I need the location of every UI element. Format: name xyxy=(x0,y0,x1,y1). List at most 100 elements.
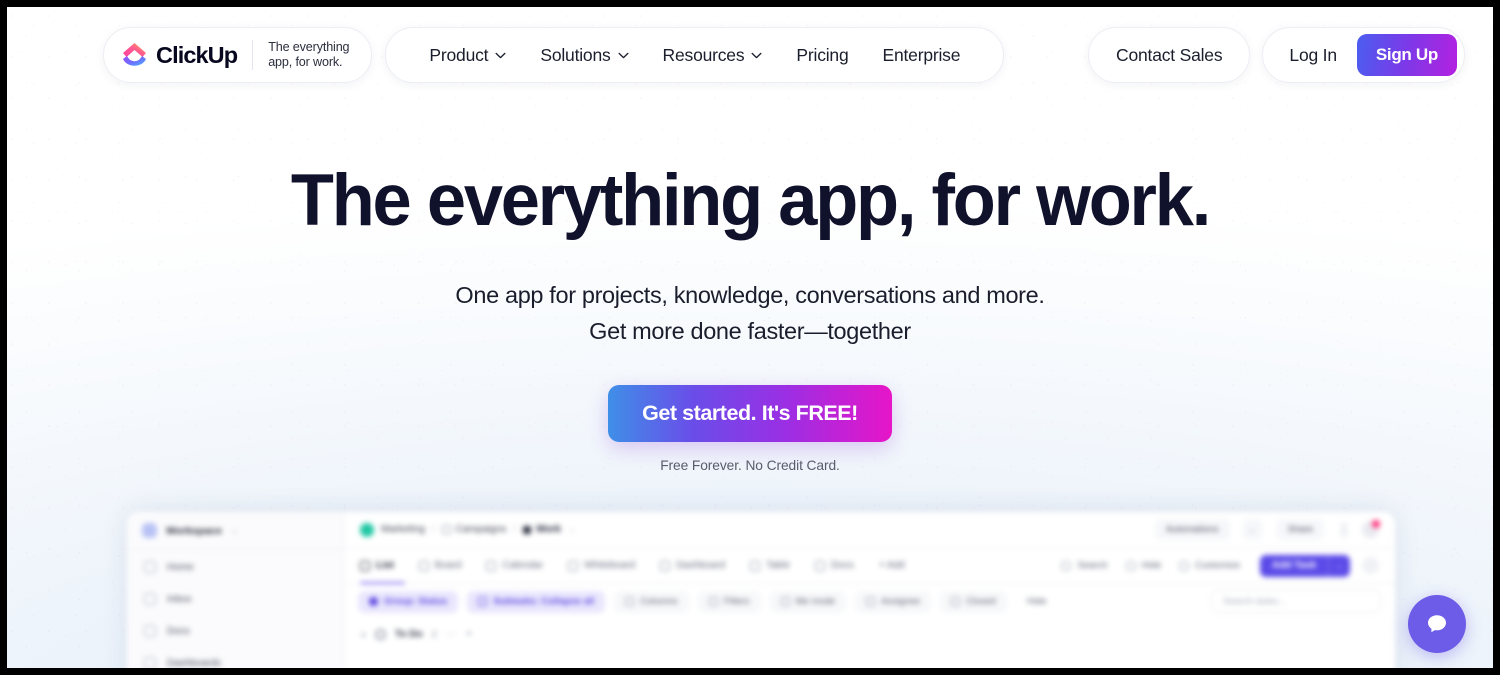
add-task-inline-icon[interactable]: + xyxy=(466,628,472,640)
filter-label-columns: Columns xyxy=(640,596,678,607)
nav-label-enterprise: Enterprise xyxy=(882,44,961,65)
filter-subtasks[interactable]: Subtasks: Collapse all xyxy=(467,590,606,613)
tab-calendar[interactable]: Calendar xyxy=(486,560,557,571)
nav-item-pricing[interactable]: Pricing xyxy=(779,45,865,66)
filter-icon xyxy=(708,597,718,606)
cta-wrapper: Get started. It's FREE! xyxy=(7,349,1493,443)
share-button[interactable]: Share xyxy=(1276,519,1324,540)
filter-me-mode[interactable]: Me mode xyxy=(769,590,847,613)
sidebar-label-inbox: Inbox xyxy=(167,593,192,605)
nav-item-solutions[interactable]: Solutions xyxy=(523,45,645,66)
filter-closed[interactable]: Closed xyxy=(940,590,1007,613)
hero-section: The everything app, for work. One app fo… xyxy=(7,103,1493,473)
filter-group-status[interactable]: Group: Status xyxy=(358,590,459,613)
get-started-button[interactable]: Get started. It's FREE! xyxy=(608,385,892,443)
dashboards-icon xyxy=(144,657,156,668)
main-navigation: Product Solutions Resources Pricing Ente… xyxy=(385,27,1005,83)
contact-sales-button[interactable]: Contact Sales xyxy=(1088,27,1251,83)
nav-label-solutions: Solutions xyxy=(540,44,611,65)
columns-icon xyxy=(625,597,635,606)
tab-label-dashboard: Dashboard xyxy=(676,560,726,571)
sidebar-label-docs: Docs xyxy=(167,625,190,637)
group-name: To Do xyxy=(395,628,423,640)
home-icon xyxy=(144,561,156,573)
search-label: Search xyxy=(1077,560,1108,571)
filter-hide[interactable]: Hide xyxy=(1016,591,1058,613)
hide-icon xyxy=(1125,560,1136,571)
tab-label-board: Board xyxy=(434,560,462,571)
filter-filters[interactable]: Filters xyxy=(697,590,761,613)
group-count: 2 xyxy=(431,628,437,640)
avatar[interactable] xyxy=(1362,520,1380,538)
breadcrumb-label-work: Work xyxy=(536,524,561,535)
space-avatar xyxy=(360,522,374,537)
app-preview-screenshot: Workspace ⌄ Home Inbox Docs Dashboards M… xyxy=(127,512,1395,668)
filter-label-filters: Filters xyxy=(723,596,750,607)
sign-up-button[interactable]: Sign Up xyxy=(1356,34,1457,76)
sidebar-item-docs[interactable]: Docs xyxy=(127,616,343,646)
tab-whiteboard[interactable]: Whiteboard xyxy=(568,560,649,571)
breadcrumb-item-marketing[interactable]: Marketing xyxy=(381,524,425,535)
folder-icon xyxy=(441,525,451,534)
search-button[interactable]: Search xyxy=(1061,560,1108,571)
tab-label-whiteboard: Whiteboard xyxy=(584,560,636,571)
tab-table[interactable]: Table xyxy=(750,560,804,571)
add-task-label: Add Task xyxy=(1272,560,1317,571)
breadcrumb-item-work[interactable]: Work xyxy=(523,524,561,535)
expand-collapse-icon[interactable]: ▸ xyxy=(362,630,366,639)
chat-widget-button[interactable] xyxy=(1408,595,1466,653)
nav-item-enterprise[interactable]: Enterprise xyxy=(866,45,978,66)
breadcrumb-more-icon[interactable]: ⌄ xyxy=(568,524,576,535)
tab-dashboard[interactable]: Dashboard xyxy=(660,560,739,571)
breadcrumb-separator: / xyxy=(431,524,435,535)
nav-item-resources[interactable]: Resources xyxy=(646,45,780,66)
customize-icon xyxy=(1179,560,1190,571)
filter-label-subtasks: Subtasks: Collapse all xyxy=(493,596,595,607)
sidebar-item-inbox[interactable]: Inbox xyxy=(127,584,343,614)
add-task-caret-icon[interactable]: ⌄ xyxy=(1328,554,1350,577)
clickup-logo[interactable]: ClickUp xyxy=(122,42,238,69)
automations-button[interactable]: Automations xyxy=(1154,519,1230,540)
tab-board[interactable]: Board xyxy=(418,560,476,571)
board-icon xyxy=(418,560,429,571)
hide-button[interactable]: Hide xyxy=(1125,560,1161,571)
filter-assignee[interactable]: Assignee xyxy=(855,590,932,613)
log-in-button[interactable]: Log In xyxy=(1263,45,1356,66)
grip-icon[interactable] xyxy=(1340,522,1348,537)
browser-viewport: ClickUp The everything app, for work. Pr… xyxy=(7,7,1493,668)
filter-label-me-mode: Me mode xyxy=(795,596,836,607)
docs-icon xyxy=(815,560,826,571)
group-icon xyxy=(369,597,378,606)
chevron-down-icon xyxy=(751,52,762,58)
breadcrumb-label-campaigns: Campaigns xyxy=(455,524,507,535)
tab-docs[interactable]: Docs xyxy=(815,560,868,571)
tab-label-table: Table xyxy=(766,560,791,571)
hero-subheading-line-1: One app for projects, knowledge, convers… xyxy=(455,282,1045,309)
workspace-switcher[interactable]: Workspace ⌄ xyxy=(127,512,343,550)
status-badge xyxy=(375,628,387,640)
nav-item-product[interactable]: Product xyxy=(412,45,523,66)
group-menu-icon[interactable]: ⋯ xyxy=(446,629,457,640)
dashboard-icon xyxy=(660,560,671,571)
logo-pill[interactable]: ClickUp The everything app, for work. xyxy=(103,27,373,83)
tab-list[interactable]: List xyxy=(360,560,408,571)
workspace-name: Workspace xyxy=(166,524,222,537)
list-icon xyxy=(360,560,370,571)
add-task-button[interactable]: Add Task ⌄ xyxy=(1260,554,1350,577)
app-main-panel: Marketing / Campaigns / Work ⌄ Automatio… xyxy=(344,512,1395,668)
cta-subtext: Free Forever. No Credit Card. xyxy=(660,458,840,474)
auth-pill: Log In Sign Up xyxy=(1262,27,1465,83)
sidebar-item-dashboards[interactable]: Dashboards xyxy=(127,648,343,668)
add-view-button[interactable]: + Add xyxy=(879,560,919,571)
automations-caret-icon[interactable]: ⌄ xyxy=(1242,519,1262,540)
customize-button[interactable]: Customize xyxy=(1179,560,1240,571)
task-search-input[interactable]: Search tasks... xyxy=(1211,590,1381,613)
filter-columns[interactable]: Columns xyxy=(614,590,689,613)
breadcrumb-item-campaigns[interactable]: Campaigns xyxy=(441,524,507,535)
more-options-icon[interactable] xyxy=(1362,557,1379,574)
nav-label-resources: Resources xyxy=(662,44,745,65)
sidebar-item-home[interactable]: Home xyxy=(127,552,343,582)
customize-label: Customize xyxy=(1195,560,1241,571)
subtasks-icon xyxy=(478,597,488,606)
whiteboard-icon xyxy=(568,560,579,571)
